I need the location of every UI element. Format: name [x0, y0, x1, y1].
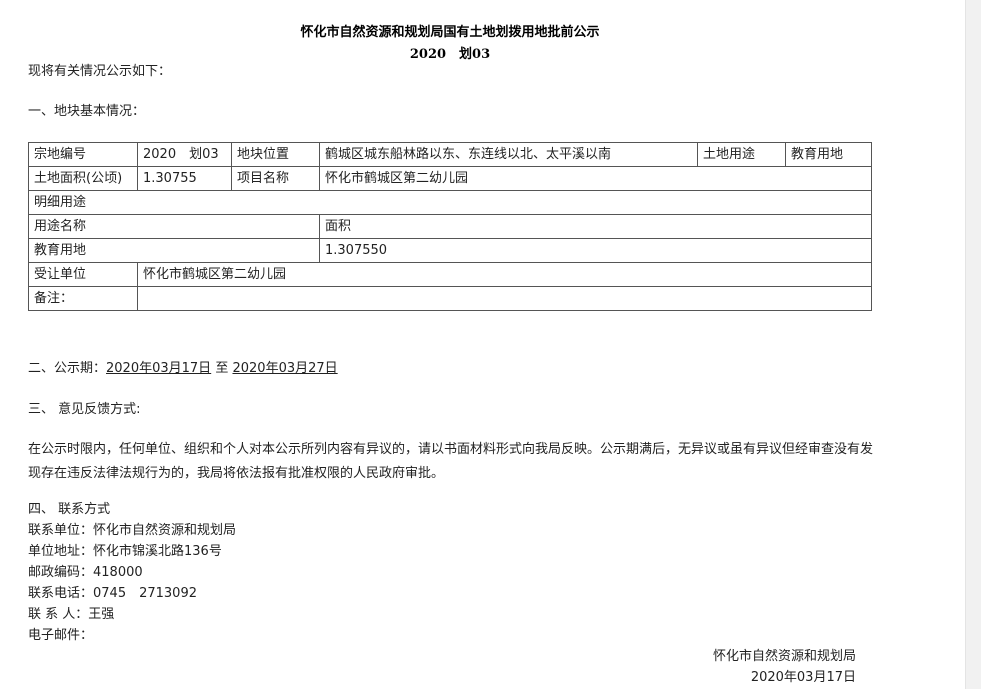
issue-date: 2020年03月17日: [750, 670, 856, 685]
remarks-label: 备注：: [28, 286, 138, 311]
table-row: 用途名称 面积: [28, 214, 872, 239]
document-title: 怀化市自然资源和规划局国有土地划拨用地批前公示: [300, 25, 600, 40]
transferee-label: 受让单位: [28, 262, 138, 287]
period-to: 至: [215, 361, 229, 376]
period-label: 二、公示期：: [28, 361, 107, 376]
period-end-date[interactable]: 2020年03月27日: [232, 361, 337, 376]
area-value: 1.30755: [137, 166, 232, 191]
period-start-date[interactable]: 2020年03月17日: [106, 361, 211, 376]
project-name-label: 项目名称: [231, 166, 320, 191]
parcel-id-value: 2020 划03: [137, 142, 232, 167]
land-use-value: 教育用地: [785, 142, 872, 167]
feedback-paragraph: 在公示时限内，任何单位、组织和个人对本公示所列内容有异议的，请以书面材料形式向我…: [28, 442, 874, 481]
section-1-heading: 一、地块基本情况：: [28, 104, 146, 119]
contact-address: 单位地址：怀化市锦溪北路136号: [28, 544, 222, 559]
document-number: 2020 划03: [409, 47, 491, 62]
use-area-cell: 1.307550: [319, 238, 872, 263]
contact-heading: 四、 联系方式: [28, 502, 111, 517]
contact-email: 电子邮件：: [28, 628, 94, 643]
document-page: 怀化市自然资源和规划局国有土地划拨用地批前公示 2020 划03 现将有关情况公…: [0, 0, 966, 689]
parcel-info-table: 宗地编号 2020 划03 地块位置 鹤城区城东船林路以东、东连线以北、太平溪以…: [28, 142, 872, 311]
table-row: 宗地编号 2020 划03 地块位置 鹤城区城东船林路以东、东连线以北、太平溪以…: [28, 142, 872, 167]
contact-unit: 联系单位：怀化市自然资源和规划局: [28, 523, 237, 538]
location-value: 鹤城区城东船林路以东、东连线以北、太平溪以南: [319, 142, 698, 167]
use-name-cell: 教育用地: [28, 238, 320, 263]
table-row: 教育用地 1.307550: [28, 238, 872, 263]
location-label: 地块位置: [231, 142, 320, 167]
use-name-header: 用途名称: [28, 214, 320, 239]
project-name-value: 怀化市鹤城区第二幼儿园: [319, 166, 872, 191]
contact-person: 联 系 人：王强: [28, 607, 115, 622]
use-area-header: 面积: [319, 214, 872, 239]
table-row: 土地面积(公顷) 1.30755 项目名称 怀化市鹤城区第二幼儿园: [28, 166, 872, 191]
issuing-organization: 怀化市自然资源和规划局: [712, 649, 856, 664]
contact-phone: 联系电话：0745 2713092: [28, 586, 197, 601]
table-row: 受让单位 怀化市鹤城区第二幼儿园: [28, 262, 872, 287]
area-label: 土地面积(公顷): [28, 166, 138, 191]
announcement-period: 二、公示期：2020年03月17日 至 2020年03月27日: [28, 359, 338, 379]
remarks-value: [137, 286, 872, 311]
detailed-use-heading: 明细用途: [28, 190, 872, 215]
vertical-scrollbar[interactable]: [965, 0, 981, 689]
contact-postcode: 邮政编码：418000: [28, 565, 143, 580]
table-row: 明细用途: [28, 190, 872, 215]
parcel-id-label: 宗地编号: [28, 142, 138, 167]
section-3-heading: 三、 意见反馈方式:: [28, 402, 141, 417]
intro-text: 现将有关情况公示如下：: [28, 64, 172, 79]
land-use-label: 土地用途: [697, 142, 786, 167]
table-row: 备注：: [28, 286, 872, 311]
transferee-value: 怀化市鹤城区第二幼儿园: [137, 262, 872, 287]
